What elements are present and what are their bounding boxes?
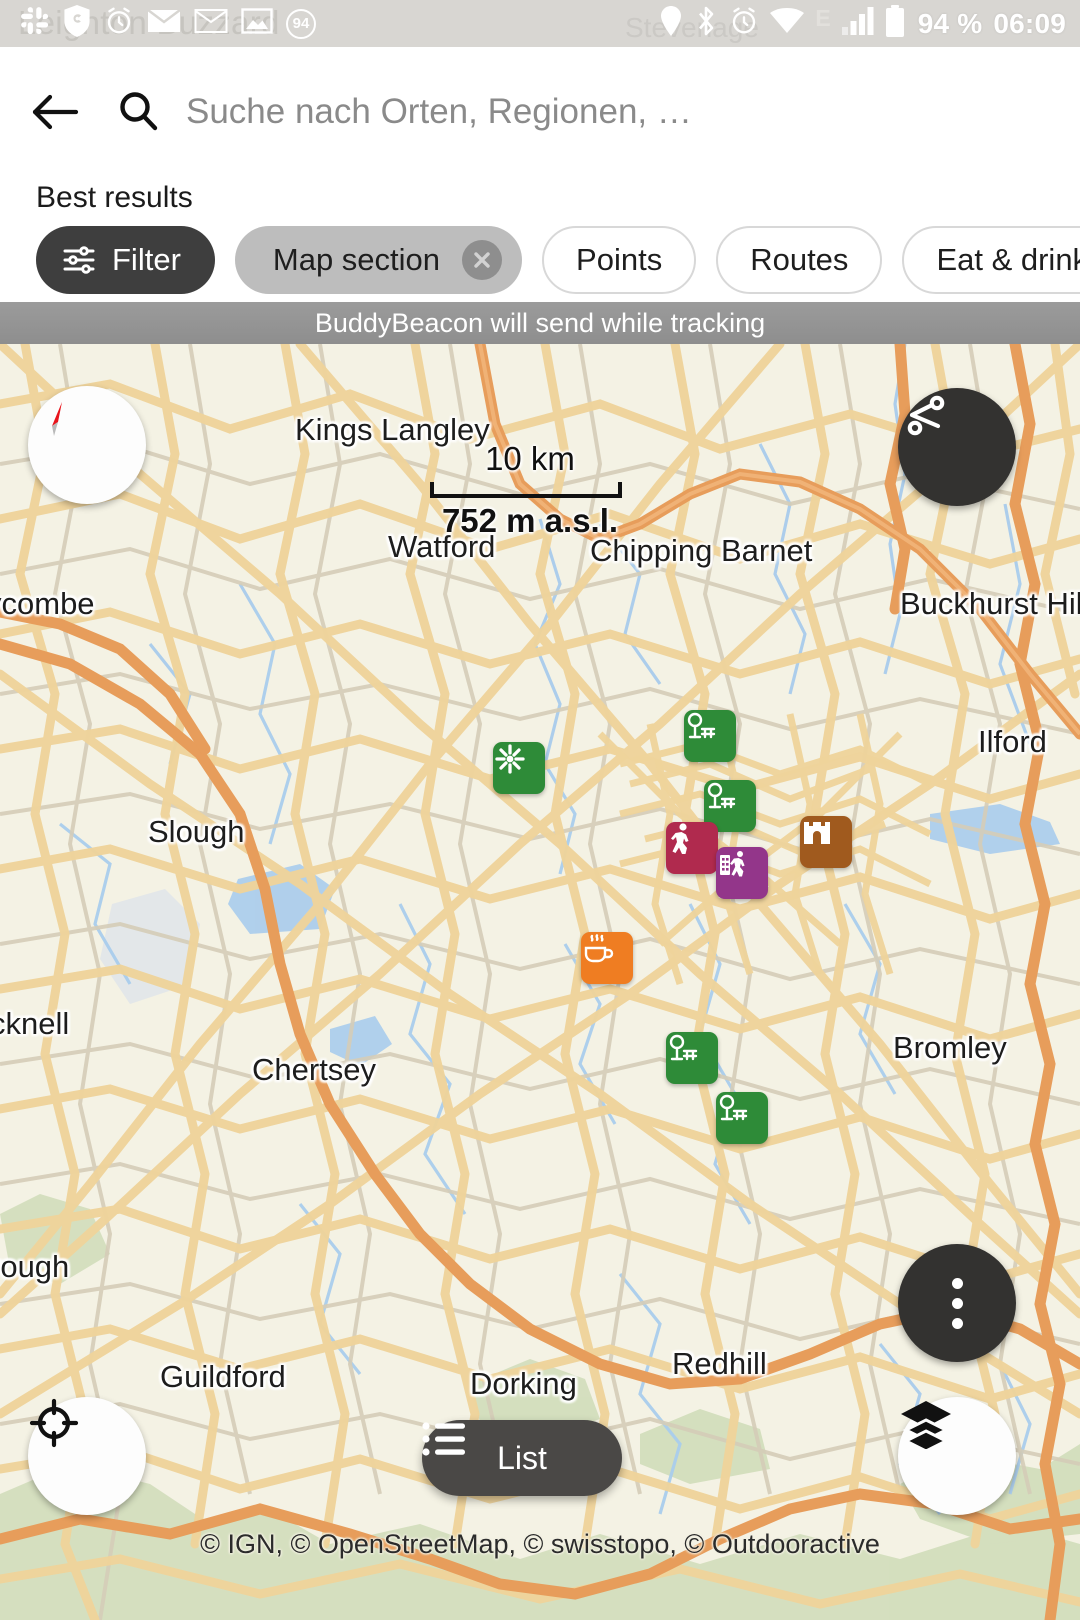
chip-points[interactable]: Points [542,226,697,294]
share-route-button[interactable] [898,388,1016,506]
hiker-icon [671,823,689,854]
filter-chip-row: Filter Map section Points Routes Eat & d… [0,222,1080,298]
search-icon [120,92,158,131]
list-view-button-label: List [497,1439,547,1476]
poi-flower-burst[interactable] [493,742,545,794]
buddybeacon-banner-label: BuddyBeacon will send while tracking [314,307,766,338]
poi-coffee[interactable] [581,932,633,984]
coffee-cup-icon [584,934,614,963]
chip-points-label: Points [576,242,663,277]
list-view-button[interactable]: List [422,1420,622,1496]
park-bench-icon [719,1094,748,1121]
mail-outline-icon [194,8,228,39]
tune-sliders-icon [63,246,95,274]
search-bar [0,47,1080,177]
park-bench-icon [707,782,736,809]
map-canvas[interactable]: Kings Langley Watford Chipping Barnet yc… [0,344,1080,1620]
mail-icon [147,8,181,39]
compass-button[interactable] [28,386,146,504]
wifi-icon [770,8,805,39]
battery-percent-label: 94 % [917,7,983,39]
filter-button-label: Filter [112,242,181,277]
more-vertical-icon [951,1277,963,1329]
map-scale-distance: 10 km [485,440,575,477]
map-elevation-label: 752 m a.s.l. [441,502,619,539]
compass-needle-icon [52,402,62,436]
poi-city-walk[interactable] [716,847,768,899]
search-icon-wrap[interactable] [108,82,168,142]
chip-routes-label: Routes [750,242,849,277]
poi-hiking-route[interactable] [666,822,718,874]
poi-castle[interactable] [800,816,852,868]
badge-94-icon: 94 [286,8,316,39]
image-icon [241,8,273,39]
poi-park-bench[interactable] [684,710,736,762]
signal-bars-icon [841,7,874,40]
status-bar: Leighton Buzzard Stevenage [0,0,1080,47]
chip-eat-and-drink-label: Eat & drink [936,242,1080,277]
results-area: Best results Filter Map section Points R… [0,177,1080,302]
badge-count: 94 [292,15,310,32]
edge-network-icon: E [815,5,831,31]
chip-routes[interactable]: Routes [716,226,883,294]
app-root: Leighton Buzzard Stevenage [0,0,1080,1620]
locate-me-button[interactable] [28,1397,146,1515]
city-walk-icon [720,851,745,877]
chip-eat-and-drink[interactable]: Eat & drink [902,226,1080,294]
park-bench-icon [669,1034,698,1061]
best-results-heading: Best results [36,181,193,214]
castle-icon [804,822,830,844]
shield-icon [63,5,91,42]
arrow-back-icon [32,94,79,130]
poi-park-bench[interactable] [666,1032,718,1084]
clock-label: 06:09 [993,7,1066,39]
location-pin-icon [659,5,683,42]
battery-icon [885,5,905,42]
crosshair-icon [29,1398,79,1448]
park-bench-icon [687,712,716,739]
search-input[interactable] [186,92,1080,132]
buddybeacon-banner: BuddyBeacon will send while tracking [0,302,1080,344]
alarm-clock-icon [104,6,134,41]
alarm-icon [729,6,759,41]
flower-burst-icon [495,744,525,774]
status-bar-system-icons: E 94 % 06:09 [659,0,1066,47]
filter-button[interactable]: Filter [36,226,215,294]
slack-icon [20,6,50,41]
chip-map-section[interactable]: Map section [234,226,523,294]
chip-map-section-label: Map section [272,242,441,277]
map-scale-ruler [430,482,622,498]
map-layers-button[interactable] [898,1397,1016,1515]
route-share-icon [907,395,945,436]
more-options-button[interactable] [898,1244,1016,1362]
layers-icon [901,1401,951,1449]
poi-park-bench[interactable] [716,1092,768,1144]
list-bullet-icon [422,1422,465,1456]
bluetooth-icon [694,5,718,42]
status-bar-notification-icons: 94 [20,0,316,47]
close-circle-icon[interactable] [462,240,503,280]
back-button[interactable] [20,77,90,147]
